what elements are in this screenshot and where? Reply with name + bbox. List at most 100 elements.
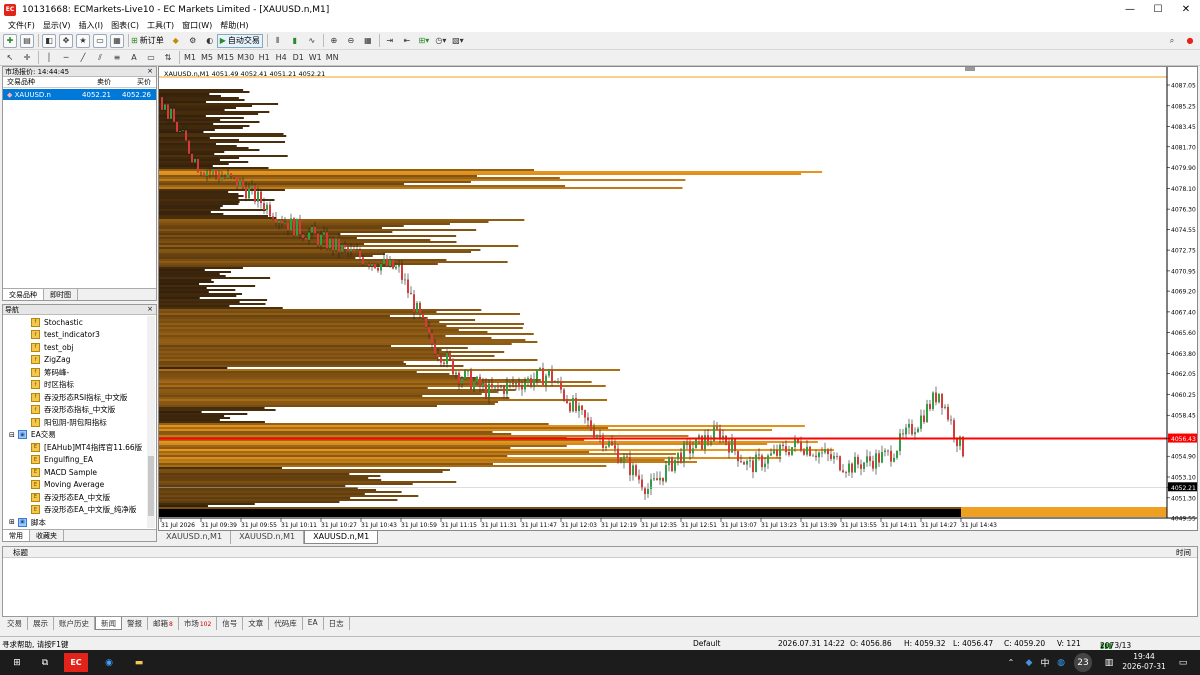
horizontal-line-icon[interactable]: ─ — [59, 51, 73, 65]
metaeditor-icon[interactable]: ◆ — [169, 34, 183, 48]
ec-markets-app-icon[interactable]: EC — [64, 653, 88, 672]
new-order-button[interactable]: ⊞ 新订单 — [129, 35, 166, 46]
tf-mn[interactable]: MN — [325, 51, 339, 65]
nav-ea[interactable]: E [EAHub]MT4指挥官11.66版 — [31, 441, 156, 454]
wifi-icon[interactable]: ▥ — [1098, 653, 1120, 672]
nav-ea[interactable]: E 吞没形态EA_中文版_纯净版 — [31, 504, 156, 517]
nav-indicator[interactable]: f test_indicator3 — [31, 329, 156, 342]
tab-trade[interactable]: 交易 — [2, 617, 28, 630]
navigator-icon[interactable]: ★ — [76, 33, 90, 48]
tf-m15[interactable]: M15 — [217, 51, 234, 65]
file-explorer-icon[interactable]: ▬ — [128, 653, 150, 672]
periods-icon[interactable]: ◷▾ — [434, 34, 448, 48]
task-view-icon[interactable]: ⧉ — [34, 653, 56, 672]
tab-tick-chart[interactable]: 即时图 — [44, 289, 78, 300]
tab-alerts[interactable]: 警报 — [122, 617, 148, 630]
col-symbol[interactable]: 交易品种 — [3, 77, 73, 87]
indicators-icon[interactable]: ⊞▾ — [417, 34, 431, 48]
zoom-in-icon[interactable]: ⊕ — [327, 34, 341, 48]
crosshair-icon[interactable]: ✛ — [20, 51, 34, 65]
tab-signals[interactable]: 信号 — [217, 617, 244, 630]
tab-account-history[interactable]: 账户历史 — [54, 617, 95, 630]
tab-market[interactable]: 市场102 — [179, 617, 218, 630]
menu-insert[interactable]: 插入(I) — [79, 20, 104, 31]
nav-indicator[interactable]: f Stochastic — [31, 316, 156, 329]
tab-common[interactable]: 常用 — [3, 530, 30, 541]
menu-charts[interactable]: 图表(C) — [111, 20, 139, 31]
nav-indicator[interactable]: f 阳包阴-阴包阳指标 — [31, 416, 156, 429]
nav-indicator[interactable]: f 筹码峰- — [31, 366, 156, 379]
history-icon[interactable]: ◐ — [203, 34, 217, 48]
qq-icon[interactable]: ◍ — [1050, 653, 1072, 672]
trendline-icon[interactable]: ╱ — [76, 51, 90, 65]
nav-ea[interactable]: E MACD Sample — [31, 466, 156, 479]
menu-window[interactable]: 窗口(W) — [182, 20, 212, 31]
browser-icon[interactable]: ◉ — [98, 653, 120, 672]
chart-tab[interactable]: XAUUSD.n,M1 — [158, 531, 232, 544]
tf-w1[interactable]: W1 — [308, 51, 322, 65]
tab-news[interactable]: 新闻 — [95, 617, 122, 630]
arrows-icon[interactable]: ⇅ — [161, 51, 175, 65]
options-icon[interactable]: ⚙ — [186, 34, 200, 48]
tab-experts[interactable]: EA — [303, 617, 324, 630]
col-ask[interactable]: 买价 — [111, 77, 151, 87]
tab-symbols[interactable]: 交易品种 — [3, 289, 44, 300]
candlestick-icon[interactable]: ▮ — [288, 34, 302, 48]
templates-icon[interactable]: ▧▾ — [451, 34, 465, 48]
autoscroll-icon[interactable]: ⇥ — [383, 34, 397, 48]
tf-h4[interactable]: H4 — [274, 51, 288, 65]
close-icon[interactable]: × — [147, 305, 153, 313]
vertical-line-icon[interactable]: │ — [42, 51, 56, 65]
tester-icon[interactable]: ▦ — [110, 33, 124, 48]
notifications-icon[interactable]: ● — [1183, 34, 1197, 48]
tf-m5[interactable]: M5 — [200, 51, 214, 65]
nav-indicator[interactable]: f 吞没形态指标_中文版 — [31, 404, 156, 417]
nav-indicator[interactable]: f 吞没形态RSI指标_中文版 — [31, 391, 156, 404]
chart-tab[interactable]: XAUUSD.n,M1 — [231, 531, 305, 544]
nav-ea[interactable]: E Moving Average — [31, 479, 156, 492]
tab-mailbox[interactable]: 邮箱8 — [148, 617, 179, 630]
nav-ea[interactable]: E Engulfing_EA — [31, 454, 156, 467]
nav-indicator[interactable]: f 时区指标 — [31, 379, 156, 392]
market-watch-icon[interactable]: ◧ — [42, 33, 56, 48]
navigator-scrollbar[interactable] — [147, 316, 155, 528]
nav-ea-group[interactable]: ⊟ ▣ EA交易 — [3, 429, 156, 442]
menu-view[interactable]: 显示(V) — [43, 20, 71, 31]
channel-icon[interactable]: ⫽ — [93, 51, 107, 65]
profiles-icon[interactable]: ▤ — [20, 33, 34, 48]
menu-file[interactable]: 文件(F) — [8, 20, 35, 31]
symbol-row[interactable]: ◆ XAUUSD.n 4052.21 4052.26 — [3, 89, 156, 100]
cursor-icon[interactable]: ↖ — [3, 51, 17, 65]
menu-help[interactable]: 帮助(H) — [220, 20, 248, 31]
text-icon[interactable]: A — [127, 51, 141, 65]
chart-tab-active[interactable]: XAUUSD.n,M1 — [304, 531, 379, 544]
navigator-scroll-thumb[interactable] — [148, 456, 154, 516]
label-icon[interactable]: ▭ — [144, 51, 158, 65]
tab-articles[interactable]: 文章 — [243, 617, 270, 630]
data-window-icon[interactable]: ✥ — [59, 33, 73, 48]
col-bid[interactable]: 卖价 — [73, 77, 111, 87]
chart-shift-marker[interactable] — [965, 67, 975, 71]
action-center-icon[interactable]: ▭ — [1172, 653, 1194, 672]
maximize-icon[interactable]: ☐ — [1144, 0, 1172, 19]
notification-badge[interactable]: 23 — [1074, 653, 1092, 672]
nav-scripts[interactable]: ⊞ ▣ 脚本 — [3, 516, 156, 529]
bar-chart-icon[interactable]: ⫴ — [271, 34, 285, 48]
tab-favorites[interactable]: 收藏夹 — [30, 530, 64, 541]
tf-m1[interactable]: M1 — [183, 51, 197, 65]
nav-ea[interactable]: E 吞没形态EA_中文版 — [31, 491, 156, 504]
tile-windows-icon[interactable]: ▦ — [361, 34, 375, 48]
tab-journal[interactable]: 日志 — [324, 617, 350, 630]
search-icon[interactable]: ⌕ — [1165, 34, 1179, 48]
chart-window[interactable]: XAUUSD.n,M1 4051.49 4052.41 4051.21 4052… — [158, 66, 1198, 531]
nav-indicator[interactable]: f ZigZag — [31, 354, 156, 367]
close-icon[interactable]: ✕ — [1172, 0, 1200, 19]
price-chart[interactable]: XAUUSD.n,M1 4051.49 4052.41 4051.21 4052… — [159, 67, 1197, 530]
tf-m30[interactable]: M30 — [237, 51, 254, 65]
chart-shift-icon[interactable]: ⇤ — [400, 34, 414, 48]
menu-tools[interactable]: 工具(T) — [147, 20, 174, 31]
close-icon[interactable]: × — [147, 67, 153, 75]
nav-indicator[interactable]: f test_obj — [31, 341, 156, 354]
new-chart-icon[interactable]: ✚ — [3, 33, 17, 48]
col-title[interactable]: 标题 — [13, 547, 28, 558]
